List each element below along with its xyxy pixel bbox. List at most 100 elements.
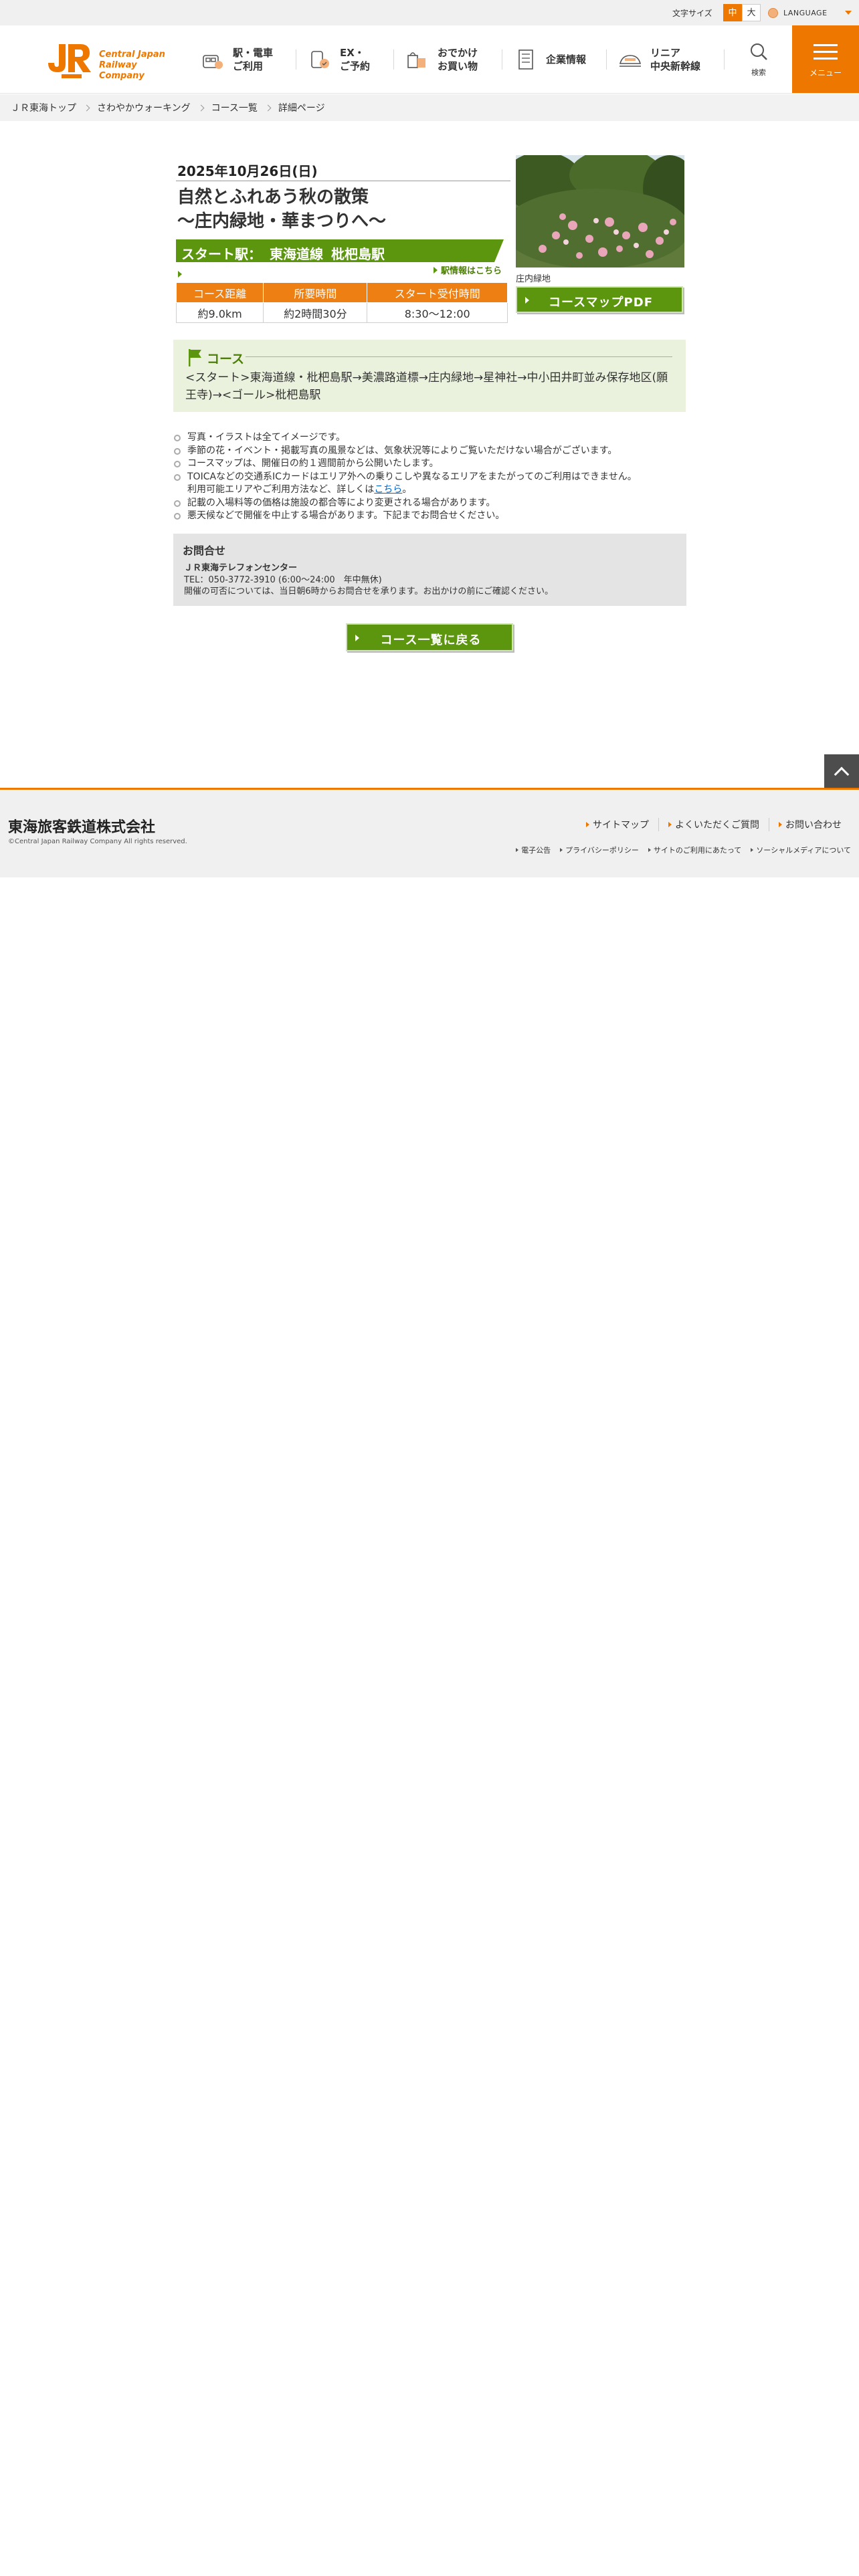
event-date: 2025年10月26日(日): [177, 163, 318, 179]
button-label: コースマップPDF: [549, 296, 653, 310]
event-title: 自然とふれあう秋の散策 ～庄内緑地・華まつりへ～: [177, 187, 387, 231]
font-size-label: 文字サイズ: [672, 9, 712, 18]
ic-card-info-link[interactable]: こちら: [374, 484, 402, 495]
maglev-icon: [619, 55, 642, 67]
course-heading: コース: [207, 352, 245, 366]
station-info-link[interactable]: 駅情報はこちら: [434, 263, 502, 276]
font-size-medium-button[interactable]: 中: [723, 4, 742, 21]
arrow-right-icon: [434, 266, 438, 274]
list-item: 利用可能エリアやご利用方法など、詳しくはこちら。: [187, 484, 412, 495]
arrow-right-icon: [648, 848, 651, 852]
nav-linear-shinkansen[interactable]: リニア 中央新幹線: [618, 44, 700, 75]
footer-link-contact[interactable]: お問い合わせ: [769, 818, 851, 831]
bullet-icon: [174, 473, 181, 481]
footer-copyright: ©Central Japan Railway Company All right…: [8, 838, 187, 845]
nav-label: 駅・電車 ご利用: [233, 47, 274, 72]
flag-icon: [189, 349, 201, 366]
search-label: 検索: [751, 68, 766, 77]
course-route-box: コース <スタート>東海道線・枇杷島駅→美濃路道標→庄内緑地→星神社→中小田井町…: [173, 340, 686, 412]
jr-logo-mark-icon: [48, 44, 91, 78]
shopping-icon: [407, 52, 425, 68]
list-item: TOICAなどの交通系ICカードはエリア外への乗りこしや異なるエリアをまたがって…: [173, 471, 688, 484]
contact-note: 開催の可否については、当日朝6時からお問合せを承ります。お出かけの前にご確認くだ…: [184, 586, 554, 597]
bullet-icon: [174, 447, 181, 455]
bullet-icon: [174, 500, 181, 507]
nav-label: EX・ ご予約: [340, 47, 371, 72]
bullet-icon: [174, 461, 181, 467]
band-notch: [494, 239, 504, 262]
train-station-icon: [203, 55, 223, 69]
nav-outing-shopping[interactable]: おでかけ お買い物: [405, 44, 478, 75]
arrow-right-icon: [751, 848, 754, 852]
table-header: コース距離: [175, 282, 264, 303]
footer-company-name: 東海旅客鉄道株式会社: [8, 819, 156, 836]
menu-button[interactable]: メニュー: [792, 25, 859, 93]
contact-name: ＪＲ東海テレフォンセンター: [184, 563, 298, 573]
arrow-right-icon: [516, 848, 519, 852]
notes-list: 写真・イラストは全てイメージです。 季節の花・イベント・掲載写真の風景などは、気…: [173, 431, 688, 523]
course-map-pdf-button[interactable]: コースマップPDF: [516, 286, 683, 313]
footer-link-terms[interactable]: サイトのご利用にあたって: [648, 845, 741, 855]
footer-link-social-media[interactable]: ソーシャルメディアについて: [751, 845, 851, 855]
jr-central-logo[interactable]: Central Japan Railway Company: [45, 40, 179, 81]
nav-label: リニア 中央新幹線: [650, 47, 701, 72]
list-item: 写真・イラストは全てイメージです。: [173, 431, 688, 445]
footer-link-faq[interactable]: よくいただくご質問: [658, 818, 769, 831]
start-station-label: スタート駅： 東海道線 枇杷島駅: [181, 246, 385, 262]
arrow-right-icon: [178, 271, 182, 278]
breadcrumb: ＪＲ東海トップ さわやかウォーキング コース一覧 詳細ページ: [0, 94, 859, 121]
logo-wordmark: Central Japan Railway Company: [99, 49, 165, 81]
footer-link-privacy[interactable]: プライバシーポリシー: [560, 845, 639, 855]
search-button[interactable]: 検索: [743, 41, 775, 79]
footer-secondary-links: 電子公告 プライバシーポリシー サイトのご利用にあたって ソーシャルメディアにつ…: [506, 845, 851, 855]
arrow-right-icon: [586, 822, 589, 827]
nav-divider: [606, 49, 607, 70]
arrow-right-icon: [668, 822, 672, 827]
arrow-right-icon: [560, 848, 563, 852]
list-item: 季節の花・イベント・掲載写真の風景などは、気象状況等によりご覧いただけない場合が…: [173, 445, 688, 458]
nav-company-info[interactable]: 企業情報: [514, 44, 586, 75]
contact-box: お問合せ ＪＲ東海テレフォンセンター TEL：050-3772-3910 (6:…: [173, 534, 686, 606]
course-info-table: コース距離 所要時間 スタート受付時間 約9.0km 約2時間30分 8:30～…: [175, 282, 508, 323]
back-to-course-list-button[interactable]: コース一覧に戻る: [346, 623, 513, 651]
chevron-right-icon: [197, 104, 205, 111]
list-item: 記載の入場料等の価格は施設の都合等により変更される場合があります。: [173, 497, 688, 510]
chevron-right-icon: [264, 104, 272, 111]
table-header: スタート受付時間: [367, 282, 508, 303]
nav-label: おでかけ お買い物: [438, 47, 478, 72]
bullet-icon: [174, 435, 181, 441]
site-header: Central Japan Railway Company 駅・電車 ご利用 E…: [0, 25, 859, 94]
chevron-right-icon: [83, 104, 90, 111]
footer-primary-links: サイトマップ よくいただくご質問 お問い合わせ: [577, 818, 851, 831]
search-icon: [751, 43, 767, 60]
language-label: LANGUAGE: [783, 8, 828, 17]
font-size-large-button[interactable]: 大: [742, 4, 761, 21]
button-label: コース一覧に戻る: [380, 633, 482, 647]
chevron-down-icon: [844, 11, 852, 15]
footer-link-sitemap[interactable]: サイトマップ: [577, 818, 658, 831]
page-top-button[interactable]: [824, 754, 859, 789]
breadcrumb-item-course-list[interactable]: コース一覧: [211, 101, 258, 114]
table-cell-distance: 約9.0km: [175, 302, 264, 323]
list-item: コースマップは、開催日の約１週間前から公開いたします。: [173, 457, 688, 471]
footer-link-e-notice[interactable]: 電子公告: [516, 845, 551, 855]
globe-icon: [768, 7, 778, 18]
nav-ex-reservation[interactable]: EX・ ご予約: [308, 44, 370, 75]
start-station-band: スタート駅： 東海道線 枇杷島駅: [176, 239, 504, 262]
nav-divider: [393, 49, 394, 70]
table-cell-duration: 約2時間30分: [263, 302, 368, 323]
contact-heading: お問合せ: [183, 544, 226, 557]
nav-label: 企業情報: [546, 53, 587, 66]
breadcrumb-item-top[interactable]: ＪＲ東海トップ: [11, 101, 76, 114]
photo-caption: 庄内緑地: [516, 274, 551, 284]
nav-station-train[interactable]: 駅・電車 ご利用: [201, 44, 273, 75]
course-route-text: <スタート>東海道線・枇杷島駅→美濃路道標→庄内緑地→星神社→中小田井町並み保存…: [185, 371, 668, 402]
table-cell-reception-time: 8:30～12:00: [367, 302, 508, 323]
ticket-reservation-icon: [311, 51, 329, 68]
site-footer: 東海旅客鉄道株式会社 ©Central Japan Railway Compan…: [0, 788, 859, 877]
chevron-up-icon: [834, 766, 850, 782]
bullet-icon: [174, 513, 181, 520]
breadcrumb-item-walking[interactable]: さわやかウォーキング: [97, 101, 191, 114]
language-selector[interactable]: LANGUAGE: [768, 6, 852, 19]
breadcrumb-item-current: 詳細ページ: [278, 103, 325, 114]
